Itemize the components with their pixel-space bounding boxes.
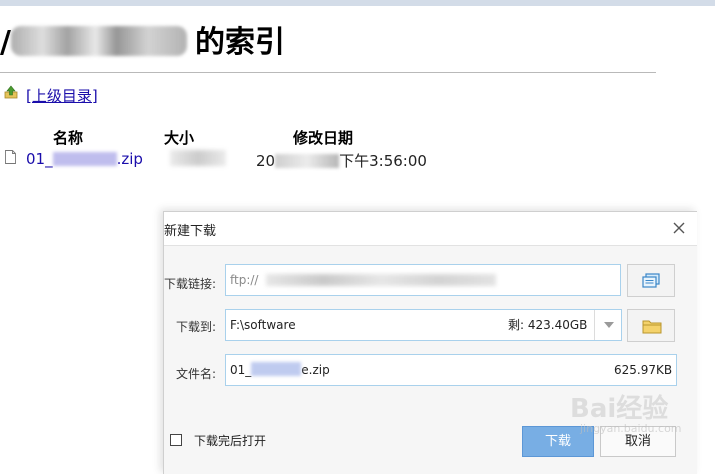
divider bbox=[0, 72, 656, 73]
redacted-dialog-filename bbox=[251, 362, 302, 376]
save-to-field[interactable]: F:\software 剩: 423.40GB bbox=[225, 309, 622, 341]
file-icon bbox=[5, 150, 16, 164]
file-name-label: 文件名: bbox=[175, 367, 216, 381]
redacted-filename bbox=[52, 152, 117, 166]
browse-folder-button[interactable] bbox=[627, 309, 675, 342]
dialog-titlebar: 新建下载 bbox=[164, 212, 697, 246]
file-name-field[interactable]: 01_ e.zip 625.97KB bbox=[225, 354, 677, 386]
copy-icon bbox=[642, 273, 660, 288]
redacted-date bbox=[275, 154, 340, 168]
copy-link-button[interactable] bbox=[627, 264, 675, 297]
free-space: 剩: 423.40GB bbox=[508, 318, 588, 332]
file-name-value-start: 01_ bbox=[230, 363, 252, 377]
close-icon[interactable] bbox=[670, 219, 688, 237]
page-title-suffix: 的索引 bbox=[194, 25, 285, 60]
chevron-down-icon[interactable] bbox=[594, 310, 621, 340]
file-date-start: 20 bbox=[256, 152, 276, 170]
file-name-value-end: e.zip bbox=[301, 363, 330, 377]
dialog-title: 新建下载 bbox=[164, 224, 217, 239]
page-title-prefix: / bbox=[0, 25, 11, 60]
file-date-end: 下午3:56:00 bbox=[339, 152, 427, 170]
redacted-file-size bbox=[170, 150, 226, 166]
parent-directory-link[interactable]: [上级目录] bbox=[26, 85, 98, 106]
file-size: 625.97KB bbox=[614, 363, 673, 377]
download-link-field[interactable]: ftp:// bbox=[225, 264, 621, 296]
folder-icon bbox=[642, 320, 662, 334]
column-size[interactable]: 大小 bbox=[164, 127, 194, 148]
file-link[interactable]: 01_ .zip bbox=[26, 150, 143, 168]
page-title: / 的索引 bbox=[0, 20, 285, 66]
open-after-download-checkbox[interactable] bbox=[170, 434, 182, 446]
file-name-end: .zip bbox=[116, 150, 143, 168]
redacted-url bbox=[266, 274, 496, 286]
open-after-download-label[interactable]: 下载完后打开 bbox=[194, 432, 266, 449]
redacted-path bbox=[10, 26, 187, 56]
top-strip bbox=[0, 0, 715, 6]
column-name[interactable]: 名称 bbox=[53, 127, 83, 148]
folder-up-icon bbox=[4, 85, 18, 99]
save-to-label: 下载到: bbox=[175, 320, 216, 334]
link-value: ftp:// bbox=[230, 273, 259, 287]
column-modified[interactable]: 修改日期 bbox=[293, 127, 353, 148]
watermark-url: jingyan.baidu.com bbox=[580, 422, 682, 435]
link-label: 下载链接: bbox=[164, 277, 217, 291]
file-date: 20 下午3:56:00 bbox=[256, 150, 427, 171]
file-name-start: 01_ bbox=[26, 150, 53, 168]
save-to-value: F:\software bbox=[230, 318, 296, 332]
watermark-logo: Bai经验 bbox=[570, 394, 669, 424]
